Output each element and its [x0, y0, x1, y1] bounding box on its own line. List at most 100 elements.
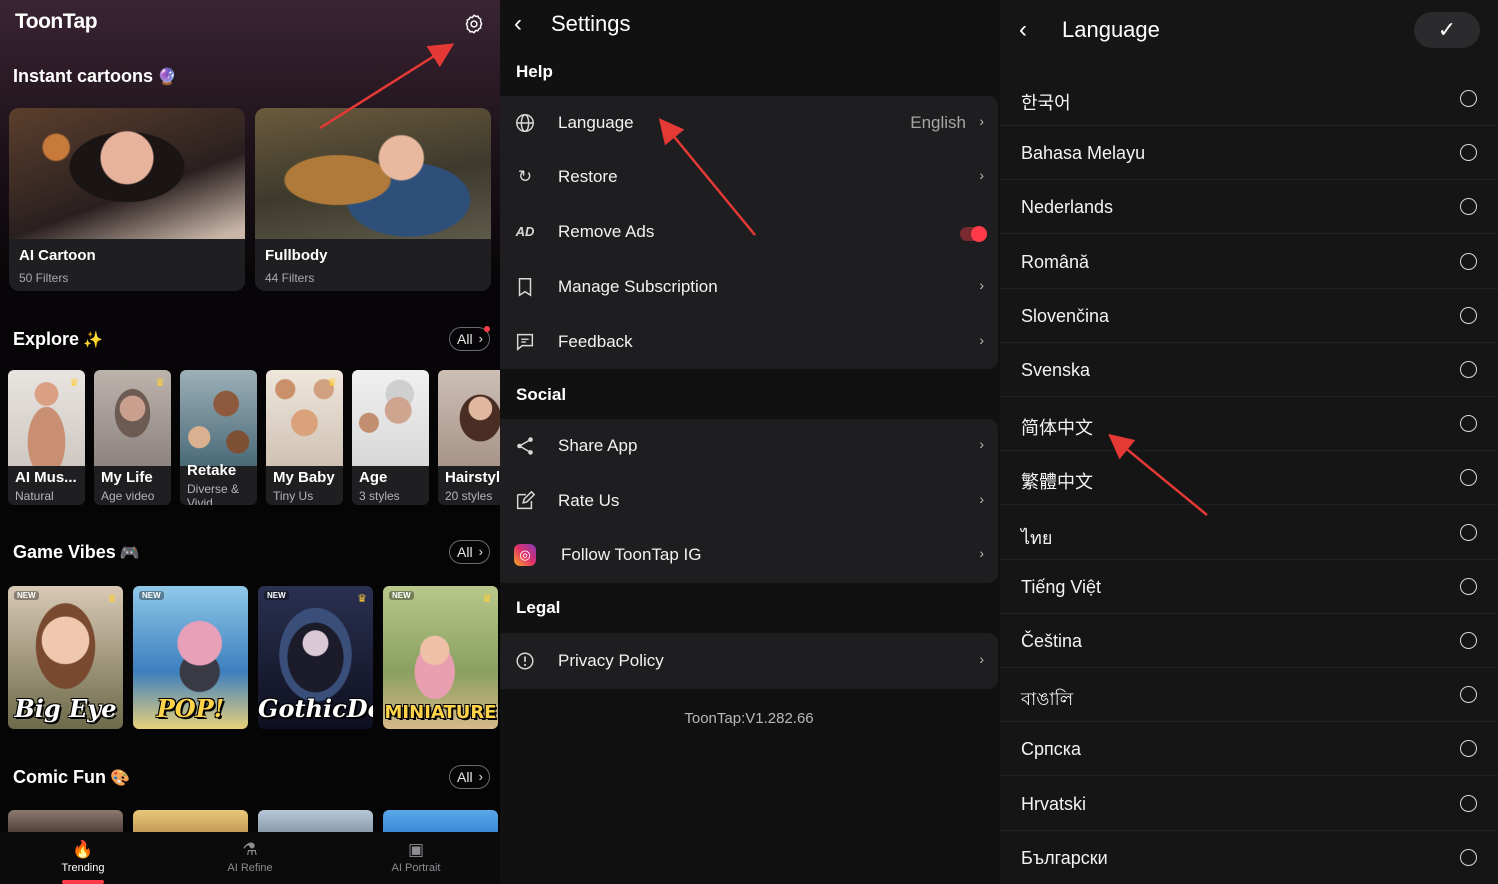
tab-ai-refine[interactable]: ⚗ AI Refine [200, 838, 300, 874]
confirm-check-button[interactable]: ✓ [1414, 12, 1480, 48]
share-app-row[interactable]: Share App › [500, 419, 998, 473]
feedback-row[interactable]: Feedback › [500, 315, 998, 369]
all-label: All [457, 769, 473, 785]
tab-trending[interactable]: 🔥 Trending [33, 838, 133, 874]
explore-card-subtitle: 20 styles [445, 489, 493, 503]
back-chevron-icon[interactable]: ‹ [514, 10, 522, 38]
app-logo: ToonTap [15, 10, 98, 33]
language-option-label: Bahasa Melayu [1021, 143, 1146, 164]
new-badge: NEW [264, 591, 289, 600]
row-label: Remove Ads [558, 222, 655, 241]
game-card-gothic-doll[interactable]: NEW ♛ GothicDoll [258, 586, 373, 729]
fullbody-card[interactable]: Fullbody 44 Filters [255, 108, 491, 291]
language-option[interactable]: Română [1000, 235, 1498, 289]
remove-ads-toggle[interactable] [960, 226, 987, 242]
new-badge: NEW [389, 591, 414, 600]
bottom-tab-bar: 🔥 Trending ⚗ AI Refine ▣ AI Portrait [0, 832, 500, 884]
tab-label: Trending [61, 862, 105, 874]
row-label: Manage Subscription [558, 277, 718, 296]
checkmark-icon: ✓ [1437, 17, 1457, 42]
game-card-big-eye[interactable]: NEW ♛ Big Eye [8, 586, 123, 729]
game-vibes-title: Game Vibes 🎮 [13, 542, 140, 563]
language-option[interactable]: Tiếng Việt [1000, 560, 1498, 614]
language-option[interactable]: 한국어 [1000, 72, 1498, 126]
explore-thumbnail [438, 370, 500, 466]
follow-ig-row[interactable]: ◎ Follow ToonTap IG › [500, 528, 998, 582]
radio-button[interactable] [1460, 469, 1477, 487]
restore-row[interactable]: ↻ Restore › [500, 150, 998, 204]
crystal-ball-icon: 🔮 [157, 69, 177, 87]
language-option[interactable]: Български [1000, 831, 1498, 884]
chevron-right-icon: › [979, 491, 984, 507]
language-option-label: Svenska [1021, 360, 1091, 380]
radio-button[interactable] [1460, 90, 1477, 107]
explore-card-title: My Baby [273, 469, 335, 486]
game-card-label: MINIATURE [384, 702, 497, 723]
explore-thumbnail [352, 370, 429, 466]
language-option[interactable]: বাঙালি [1000, 668, 1498, 723]
globe-icon [516, 114, 534, 132]
chevron-right-icon: › [979, 436, 984, 452]
social-group: Share App › Rate Us › ◎ Follow ToonTap I… [500, 419, 998, 583]
home-screen: ToonTap Instant cartoons 🔮 AI Cartoon 50 … [0, 0, 500, 884]
radio-button[interactable] [1460, 415, 1477, 433]
no-ads-icon: AD [515, 224, 535, 239]
social-section-label: Social [516, 385, 567, 404]
refresh-icon: ↻ [517, 167, 533, 186]
radio-button[interactable] [1460, 848, 1477, 866]
radio-button[interactable] [1460, 361, 1477, 378]
radio-button[interactable] [1460, 686, 1477, 704]
crown-icon: ♛ [327, 377, 337, 389]
game-card-miniature[interactable]: NEW ♛ MINIATURE [383, 586, 498, 729]
settings-gear-icon[interactable] [463, 13, 485, 35]
back-chevron-icon[interactable]: ‹ [1019, 16, 1027, 44]
radio-button[interactable] [1460, 198, 1477, 216]
tab-ai-portrait[interactable]: ▣ AI Portrait [366, 838, 466, 874]
comic-fun-all-button[interactable]: All › [449, 765, 490, 789]
language-option[interactable]: Čeština [1000, 614, 1498, 668]
portrait-icon: ▣ [407, 840, 425, 859]
language-row[interactable]: Language English › [500, 96, 998, 150]
explore-card-subtitle: Age video [101, 489, 155, 503]
language-option[interactable]: Slovenčina [1000, 289, 1498, 343]
radio-button[interactable] [1460, 252, 1477, 270]
language-option-label: Српска [1021, 739, 1082, 760]
language-option[interactable]: 简体中文 [1000, 397, 1498, 452]
fullbody-thumbnail [255, 108, 491, 239]
explore-card-age[interactable]: Age 3 styles [352, 370, 429, 505]
chevron-right-icon: › [979, 651, 984, 667]
remove-ads-row: AD Remove Ads [500, 205, 998, 259]
explore-card-my-baby[interactable]: ♛ My Baby Tiny Us [266, 370, 343, 505]
explore-card-hairstyle[interactable]: Hairstyl 20 styles [438, 370, 500, 505]
language-option[interactable]: ไทย [1000, 506, 1498, 560]
explore-card-retake[interactable]: Retake Diverse & Vivid [180, 370, 257, 505]
language-option-label: Tiếng Việt [1021, 576, 1102, 597]
radio-button[interactable] [1460, 306, 1477, 324]
language-option[interactable]: 繁體中文 [1000, 451, 1498, 506]
game-vibes-all-button[interactable]: All › [449, 540, 490, 564]
radio-button[interactable] [1460, 577, 1477, 595]
language-option[interactable]: Nederlands [1000, 180, 1498, 235]
settings-screen: ‹ Settings Help Language English › ↻ Res… [500, 0, 1000, 884]
language-option-label: Română [1021, 251, 1090, 272]
radio-button[interactable] [1460, 794, 1477, 812]
flame-icon: 🔥 [72, 840, 94, 859]
radio-button[interactable] [1460, 740, 1477, 758]
language-option[interactable]: Hrvatski [1000, 777, 1498, 831]
ai-cartoon-card[interactable]: AI Cartoon 50 Filters [9, 108, 245, 291]
game-card-pop[interactable]: NEW POP! [133, 586, 248, 729]
card-subtitle: 44 Filters [265, 271, 315, 285]
radio-button[interactable] [1460, 144, 1477, 162]
notification-dot [484, 326, 490, 332]
radio-button[interactable] [1460, 632, 1477, 649]
language-option[interactable]: Bahasa Melayu [1000, 126, 1498, 181]
manage-subscription-row[interactable]: Manage Subscription › [500, 260, 998, 314]
language-option[interactable]: Српска [1000, 722, 1498, 777]
language-option[interactable]: Svenska [1000, 343, 1498, 397]
rate-us-row[interactable]: Rate Us › [500, 474, 998, 528]
gamepad-icon: 🎮 [119, 545, 140, 563]
radio-button[interactable] [1460, 523, 1477, 541]
privacy-policy-row[interactable]: Privacy Policy › [500, 634, 998, 688]
explore-card-my-life[interactable]: ♛ My Life Age video [94, 370, 171, 505]
explore-card-ai-muscle[interactable]: ♛ AI Mus... Natural [8, 370, 85, 505]
